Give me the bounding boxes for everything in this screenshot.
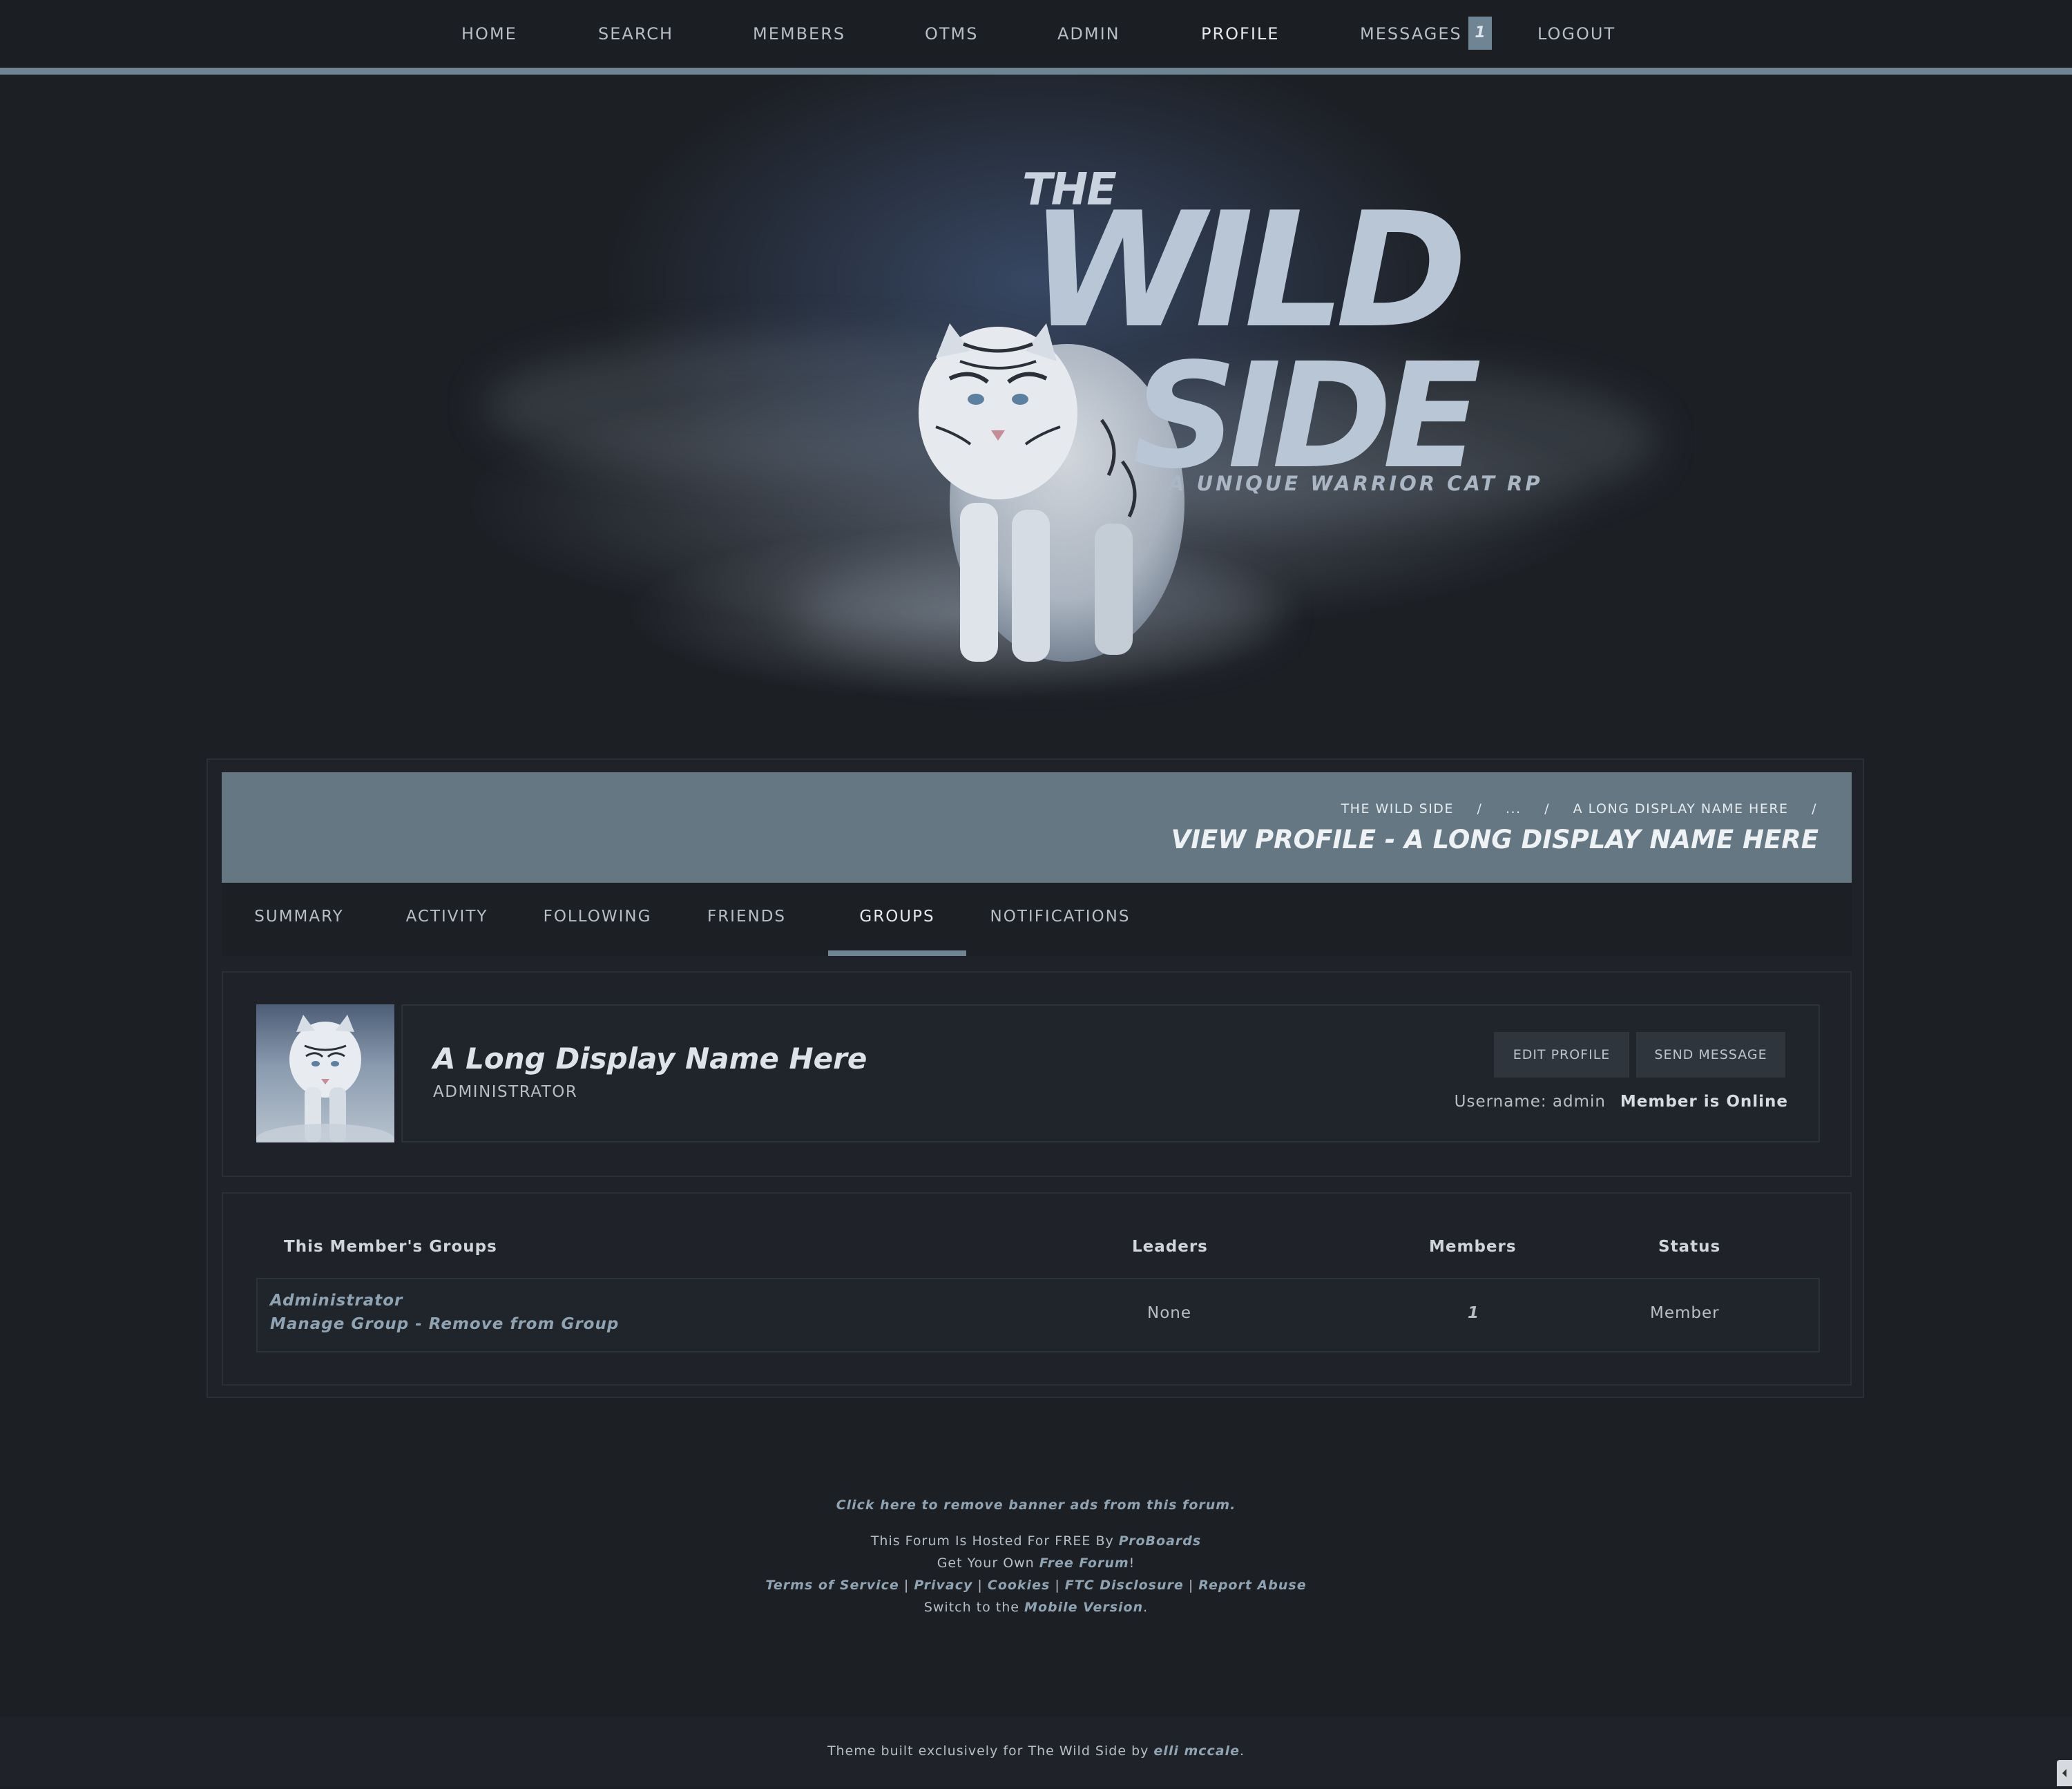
nav-admin[interactable]: ADMIN (1057, 0, 1120, 68)
members-column-header: Members (1429, 1238, 1517, 1256)
nav-profile[interactable]: PROFILE (1201, 0, 1279, 68)
ftc-disclosure-link[interactable]: FTC Disclosure (1065, 1578, 1184, 1593)
hosted-by-line: This Forum Is Hosted For FREE By ProBoar… (0, 1533, 2072, 1549)
free-forum-suffix: ! (1129, 1556, 1135, 1571)
breadcrumb-profile[interactable]: A LONG DISPLAY NAME HERE (1573, 801, 1789, 816)
terms-link[interactable]: Terms of Service (765, 1578, 899, 1593)
breadcrumb-separator: / (1544, 801, 1551, 816)
breadcrumb-home[interactable]: THE WILD SIDE (1341, 801, 1454, 816)
page-header: THE WILD SIDE / ... / A LONG DISPLAY NAM… (222, 772, 1852, 883)
nav-otms[interactable]: OTMS (925, 0, 979, 68)
legal-links-line: Terms of Service | Privacy | Cookies | F… (0, 1578, 2072, 1593)
legal-separator: | (1050, 1578, 1065, 1593)
profile-info: A Long Display Name Here ADMINISTRATOR E… (401, 1004, 1820, 1142)
username-label: Username: admin (1454, 1093, 1606, 1111)
tab-summary[interactable]: SUMMARY (222, 883, 376, 956)
groups-panel: This Member's Groups Leaders Members Sta… (222, 1192, 1852, 1386)
edit-profile-button[interactable]: EDIT PROFILE (1494, 1032, 1629, 1078)
breadcrumb-separator: / (1812, 801, 1817, 816)
messages-count-badge[interactable]: 1 (1468, 17, 1492, 50)
proboards-link[interactable]: ProBoards (1119, 1533, 1201, 1549)
avatar-tiger-image (256, 1015, 394, 1142)
hosted-by-text: This Forum Is Hosted For FREE By (870, 1533, 1119, 1549)
credit-author-link[interactable]: elli mccale (1153, 1743, 1240, 1759)
nav-home[interactable]: HOME (461, 0, 517, 68)
mobile-version-text: Switch to the (923, 1600, 1025, 1615)
nav-members[interactable]: MEMBERS (753, 0, 845, 68)
breadcrumb: THE WILD SIDE / ... / A LONG DISPLAY NAM… (1341, 801, 1817, 816)
groups-column-header: This Member's Groups (284, 1238, 497, 1256)
scroll-to-top-handle[interactable] (2057, 1760, 2072, 1786)
nav-messages[interactable]: MESSAGES (1360, 0, 1462, 68)
logo-tagline: A UNIQUE WARRIOR CAT RP (1169, 472, 1543, 495)
remove-ads-line: Click here to remove banner ads from thi… (0, 1498, 2072, 1513)
group-name-cell: Administrator (270, 1292, 403, 1310)
page-title: VIEW PROFILE - A LONG DISPLAY NAME HERE (1171, 825, 1819, 854)
free-forum-link[interactable]: Free Forum (1039, 1556, 1129, 1571)
mobile-version-line: Switch to the Mobile Version. (0, 1600, 2072, 1615)
remove-ads-link[interactable]: Click here to remove banner ads from thi… (836, 1498, 1236, 1513)
logo-side-text: SIDE (1133, 332, 1481, 501)
group-status-cell: Member (1650, 1304, 1720, 1322)
tab-notifications[interactable]: NOTIFICATIONS (966, 883, 1154, 956)
manage-group-link[interactable]: Manage Group (270, 1315, 409, 1333)
free-forum-text: Get Your Own (937, 1556, 1039, 1571)
table-row: Administrator Manage Group - Remove from… (256, 1278, 1820, 1352)
legal-separator: | (1183, 1578, 1199, 1593)
group-members-cell[interactable]: 1 (1468, 1304, 1479, 1322)
group-actions: Manage Group - Remove from Group (270, 1315, 619, 1333)
report-abuse-link[interactable]: Report Abuse (1198, 1578, 1306, 1593)
forum-banner: THE WILD SIDE A UNIQUE WARRIOR CAT RP (0, 75, 2072, 758)
member-rank: ADMINISTRATOR (433, 1083, 578, 1101)
status-column-header: Status (1658, 1238, 1721, 1256)
leaders-column-header: Leaders (1132, 1238, 1208, 1256)
profile-tabs: SUMMARY ACTIVITY FOLLOWING FRIENDS GROUP… (222, 883, 1852, 956)
tab-following[interactable]: FOLLOWING (517, 883, 678, 956)
top-navigation: HOME SEARCH MEMBERS OTMS ADMIN PROFILE M… (0, 0, 2072, 75)
credit-suffix: . (1240, 1743, 1245, 1759)
tab-groups[interactable]: GROUPS (828, 883, 966, 956)
logo-wild-text: WILD (1029, 179, 1468, 363)
profile-container: THE WILD SIDE / ... / A LONG DISPLAY NAM… (207, 758, 1864, 1398)
profile-card: A Long Display Name Here ADMINISTRATOR E… (222, 971, 1852, 1177)
mobile-version-suffix: . (1143, 1600, 1149, 1615)
display-name: A Long Display Name Here (433, 1042, 867, 1075)
theme-credit-bar: Theme built exclusively for The Wild Sid… (0, 1717, 2072, 1786)
tab-friends[interactable]: FRIENDS (678, 883, 816, 956)
online-status: Member is Online (1620, 1093, 1788, 1111)
avatar (256, 1004, 394, 1142)
tab-activity[interactable]: ACTIVITY (376, 883, 517, 956)
theme-credit: Theme built exclusively for The Wild Sid… (0, 1743, 2072, 1759)
send-message-button[interactable]: SEND MESSAGE (1636, 1032, 1785, 1078)
nav-search[interactable]: SEARCH (598, 0, 673, 68)
cookies-link[interactable]: Cookies (988, 1578, 1050, 1593)
group-leaders-cell: None (1147, 1304, 1192, 1322)
mobile-version-link[interactable]: Mobile Version (1024, 1600, 1143, 1615)
legal-separator: | (972, 1578, 988, 1593)
credit-text: Theme built exclusively for The Wild Sid… (827, 1743, 1154, 1759)
breadcrumb-separator: / (1477, 801, 1483, 816)
remove-from-group-link[interactable]: Remove from Group (429, 1315, 620, 1333)
breadcrumb-ellipsis[interactable]: ... (1506, 801, 1522, 816)
nav-logout[interactable]: LOGOUT (1537, 0, 1615, 68)
privacy-link[interactable]: Privacy (914, 1578, 972, 1593)
free-forum-line: Get Your Own Free Forum! (0, 1556, 2072, 1571)
group-name-link[interactable]: Administrator (270, 1292, 403, 1310)
legal-separator: | (899, 1578, 914, 1593)
chevron-left-icon (2062, 1769, 2066, 1777)
group-actions-separator: - (409, 1315, 429, 1333)
